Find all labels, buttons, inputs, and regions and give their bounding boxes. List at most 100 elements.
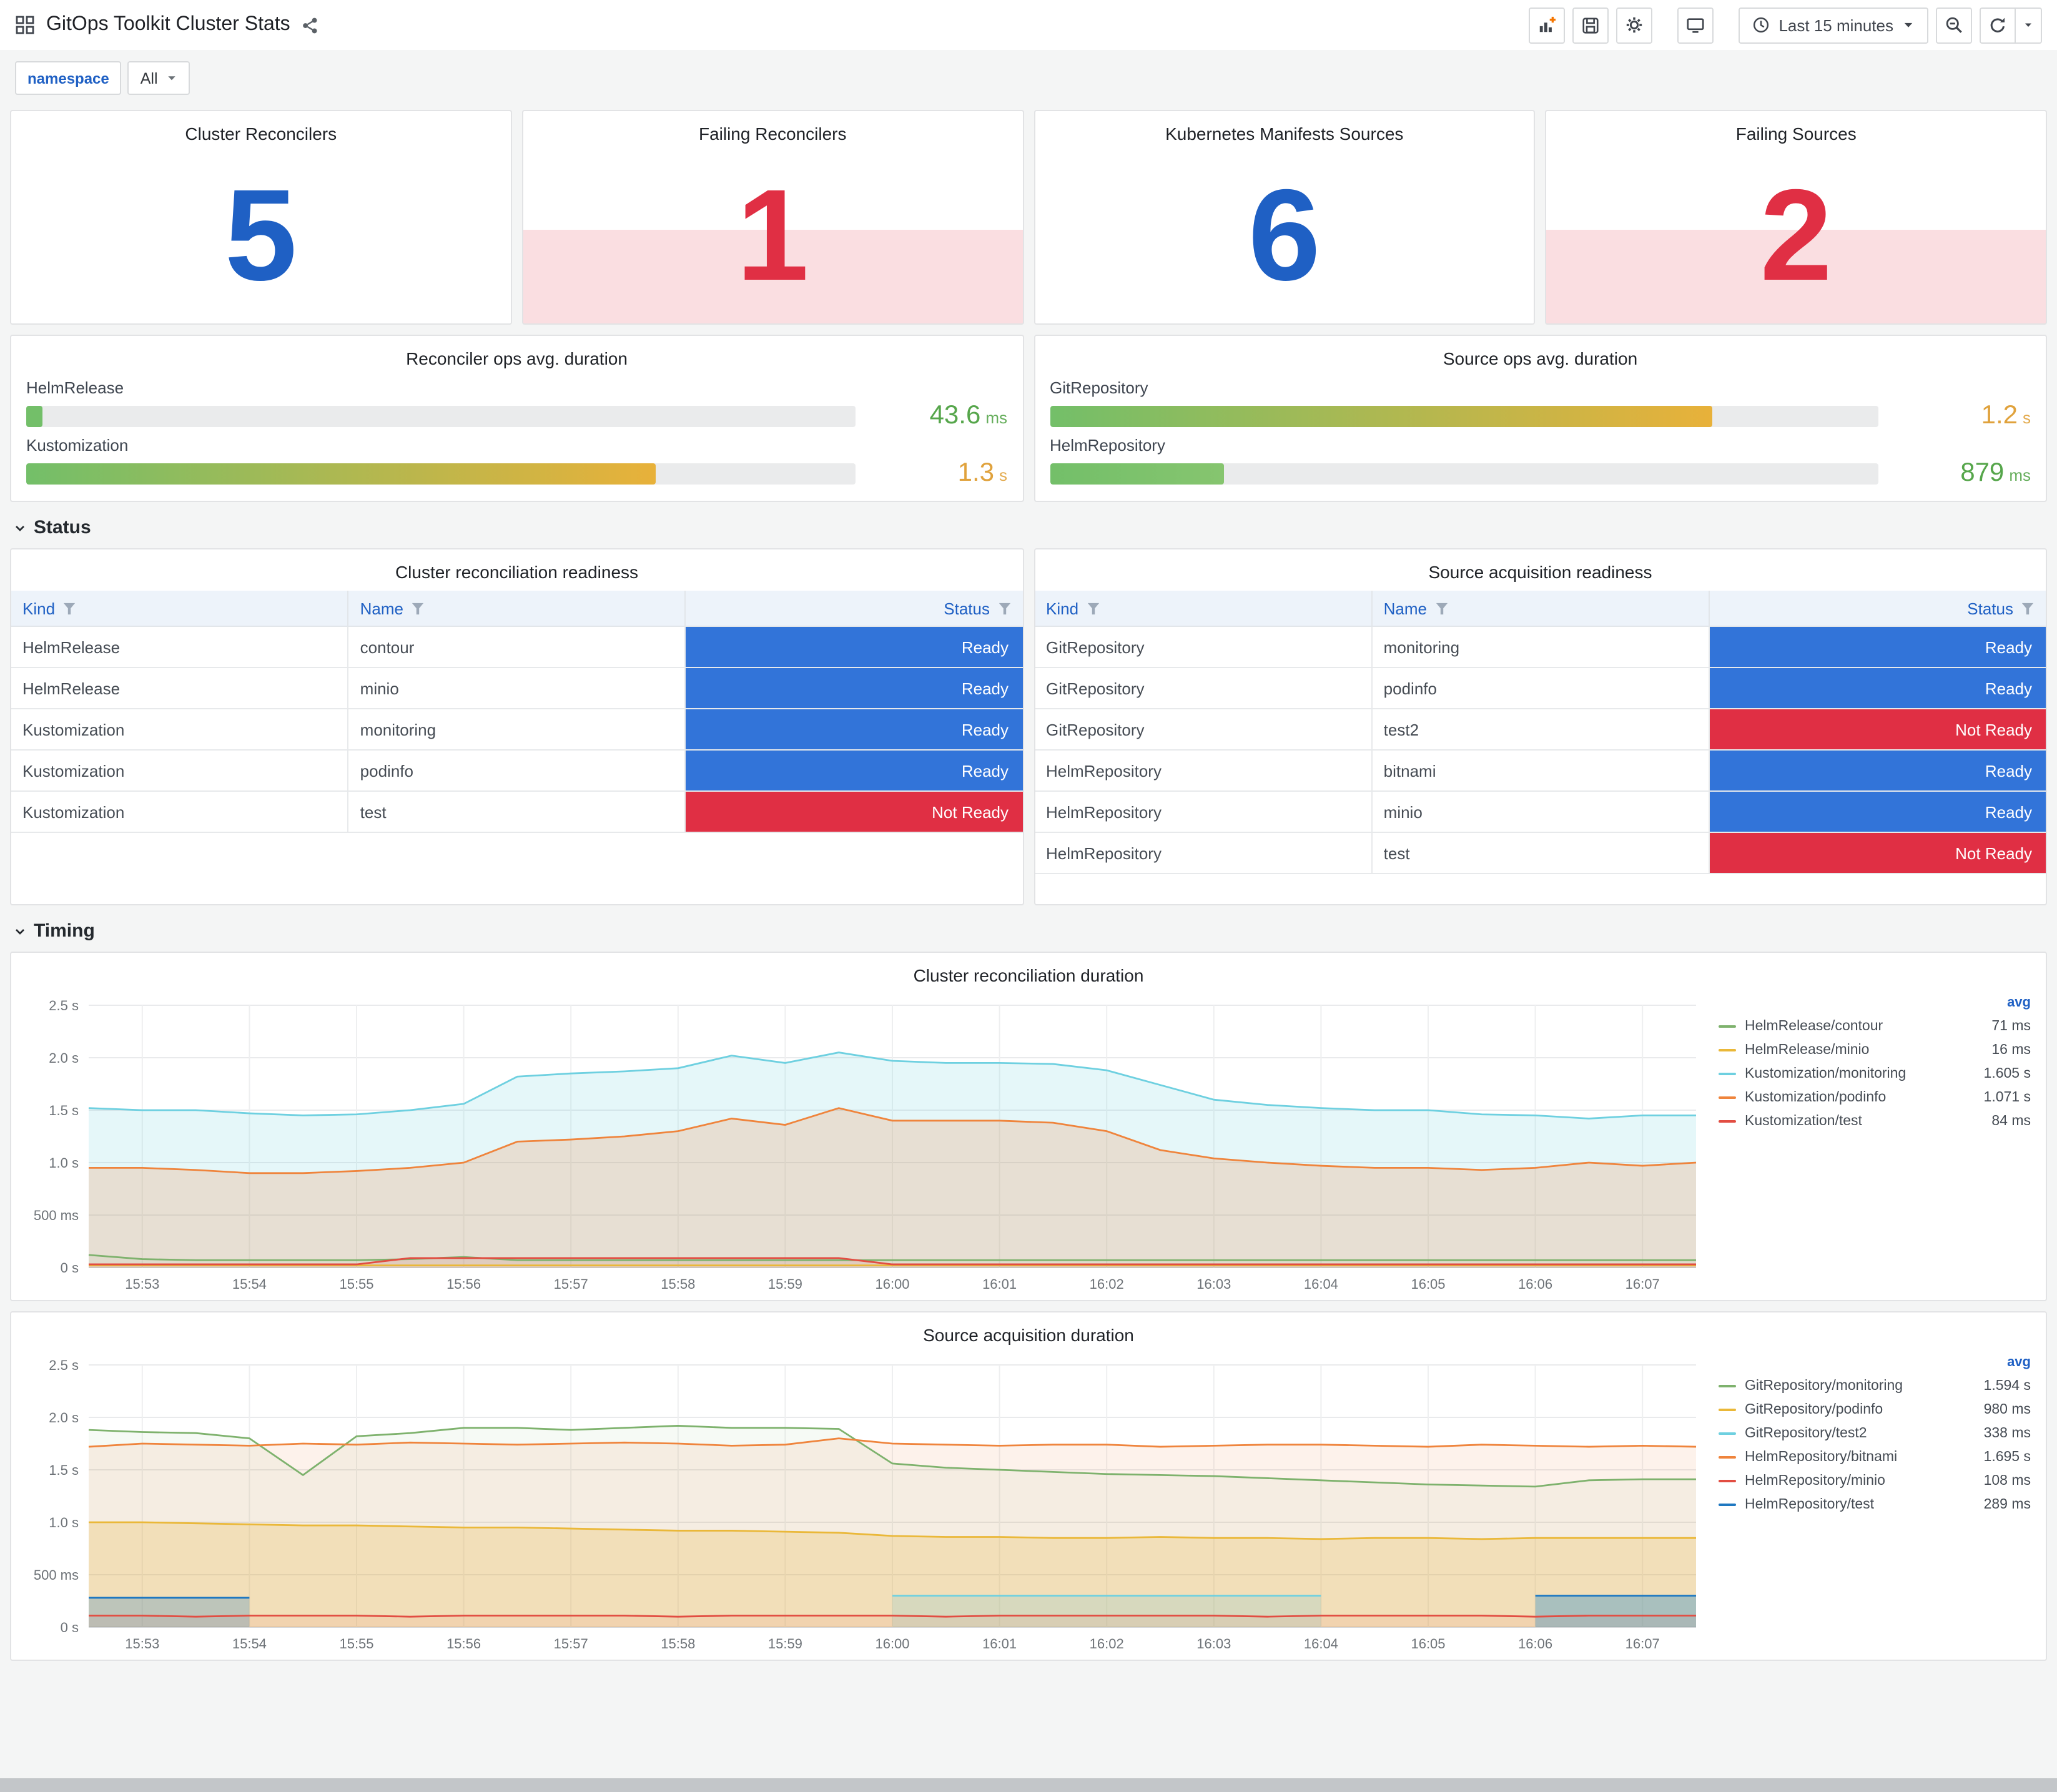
column-header-status[interactable]: Status — [1709, 591, 2046, 627]
svg-text:15:53: 15:53 — [125, 1276, 159, 1292]
svg-text:0 s: 0 s — [61, 1260, 79, 1276]
gauge-bar — [1050, 463, 1224, 484]
time-series-plot[interactable]: 0 s 500 ms 1.0 s 1.5 s 2.0 s 2.5 s 15:53 15:54 1… — [11, 1350, 1714, 1660]
series-avg-value: 289 ms — [1983, 1497, 2031, 1512]
panel-title[interactable]: Kubernetes Manifests Sources — [1035, 111, 1534, 149]
refresh-icon — [1990, 17, 2005, 32]
legend-item[interactable]: HelmRelease/contour 71 ms — [1719, 1014, 2031, 1038]
legend-avg-header: avg — [2007, 995, 2031, 1010]
svg-text:1.0 s: 1.0 s — [49, 1515, 79, 1530]
name-cell: podinfo — [348, 750, 686, 792]
row-status-toggle[interactable]: Status — [10, 517, 2047, 538]
stats-row: Cluster Reconcilers 5 Failing Reconciler… — [10, 110, 2047, 325]
series-name: Kustomization/monitoring — [1745, 1066, 1907, 1081]
refresh-interval-caret[interactable] — [2016, 7, 2042, 43]
refresh-button[interactable] — [1980, 7, 2016, 43]
name-cell: test — [1371, 832, 1710, 874]
panel-title[interactable]: Source acquisition duration — [11, 1312, 2046, 1350]
kind-cell: Kustomization — [11, 709, 349, 751]
panel-title[interactable]: Cluster Reconcilers — [11, 111, 511, 149]
status-cell: Ready — [1709, 750, 2046, 792]
section-title: Status — [34, 517, 91, 538]
series-name: Kustomization/podinfo — [1745, 1090, 1887, 1105]
column-header-name[interactable]: Name — [1371, 591, 1710, 627]
save-dashboard-button[interactable] — [1572, 7, 1609, 43]
legend-item[interactable]: HelmRepository/minio 108 ms — [1719, 1469, 2031, 1492]
name-cell: minio — [348, 667, 686, 709]
legend-item[interactable]: HelmRelease/minio 16 ms — [1719, 1038, 2031, 1061]
dashboard-settings-button[interactable] — [1616, 7, 1653, 43]
gauge-row: Kustomization 1.3 s — [26, 436, 1007, 488]
chevron-down-icon — [16, 525, 24, 531]
panel-title[interactable]: Source ops avg. duration — [1050, 336, 2031, 373]
variable-namespace-label[interactable]: namespace — [15, 61, 122, 95]
legend-item[interactable]: GitRepository/monitoring 1.594 s — [1719, 1374, 2031, 1397]
readiness-table: Kind Name Status GitRepository monitoring Re… — [1035, 591, 2046, 874]
cycle-view-mode-button[interactable] — [1677, 7, 1714, 43]
chevron-down-icon — [2025, 23, 2031, 27]
chart-canvas[interactable]: 0 s 500 ms 1.0 s 1.5 s 2.0 s 2.5 s 15:53 15:54 1… — [11, 990, 1714, 1300]
name-cell: test2 — [1371, 709, 1710, 751]
status-cell: Ready — [1709, 626, 2046, 668]
chevron-down-icon — [16, 928, 24, 934]
row-timing-toggle[interactable]: Timing — [10, 920, 2047, 942]
series-avg-value: 108 ms — [1983, 1473, 2031, 1488]
legend-item[interactable]: GitRepository/test2 338 ms — [1719, 1421, 2031, 1445]
gauge-bar — [26, 405, 43, 426]
time-series-plot[interactable]: 0 s 500 ms 1.0 s 1.5 s 2.0 s 2.5 s 15:53 15:54 1… — [11, 990, 1714, 1300]
panel-title[interactable]: Failing Reconcilers — [523, 111, 1023, 149]
dashboard-title[interactable]: GitOps Toolkit Cluster Stats — [46, 14, 290, 36]
panel-title[interactable]: Failing Sources — [1547, 111, 2046, 149]
legend-item[interactable]: Kustomization/monitoring 1.605 s — [1719, 1061, 2031, 1085]
panel-source-acquisition-duration: Source acquisition duration 0 s 500 ms 1.0… — [10, 1311, 2047, 1661]
filter-icon — [2021, 602, 2034, 614]
table-row: Kustomization test Not Ready — [11, 791, 1022, 833]
svg-text:15:55: 15:55 — [339, 1276, 373, 1292]
chart-canvas[interactable]: 0 s 500 ms 1.0 s 1.5 s 2.0 s 2.5 s 15:53 15:54 1… — [11, 1350, 1714, 1660]
panel-title[interactable]: Cluster reconciliation readiness — [11, 549, 1022, 587]
series-avg-value: 1.695 s — [1983, 1449, 2031, 1464]
svg-text:16:04: 16:04 — [1304, 1276, 1338, 1292]
series-name: HelmRelease/minio — [1745, 1042, 1870, 1057]
legend-avg-header: avg — [2007, 1355, 2031, 1370]
share-dashboard-icon[interactable] — [302, 16, 320, 34]
table-row: Kustomization podinfo Ready — [11, 750, 1022, 792]
panel-title[interactable]: Reconciler ops avg. duration — [26, 336, 1007, 373]
legend-item[interactable]: HelmRepository/test 289 ms — [1719, 1492, 2031, 1516]
add-panel-button[interactable] — [1529, 7, 1566, 43]
legend-item[interactable]: HelmRepository/bitnami 1.695 s — [1719, 1445, 2031, 1469]
column-header-name[interactable]: Name — [348, 591, 686, 627]
panel-title[interactable]: Cluster reconciliation duration — [11, 953, 2046, 990]
table-row: GitRepository monitoring Ready — [1035, 626, 2046, 668]
column-header-kind[interactable]: Kind — [11, 591, 349, 627]
kind-cell: Kustomization — [11, 750, 349, 792]
status-badge: Ready — [686, 709, 1022, 749]
column-header-status[interactable]: Status — [685, 591, 1022, 627]
svg-text:1.0 s: 1.0 s — [49, 1155, 79, 1171]
svg-text:16:07: 16:07 — [1625, 1276, 1660, 1292]
zoom-out-button[interactable] — [1936, 7, 1972, 43]
status-cell: Ready — [1709, 667, 2046, 709]
series-color-swatch — [1719, 1455, 1736, 1458]
panel-title[interactable]: Source acquisition readiness — [1035, 549, 2046, 587]
filter-icon — [1087, 602, 1099, 614]
svg-text:16:07: 16:07 — [1625, 1636, 1660, 1652]
legend-item[interactable]: Kustomization/podinfo 1.071 s — [1719, 1085, 2031, 1109]
time-range-picker[interactable]: Last 15 minutes — [1739, 7, 1928, 43]
filter-icon — [1435, 602, 1448, 614]
legend-item[interactable]: Kustomization/test 84 ms — [1719, 1109, 2031, 1133]
apps-grid-icon[interactable] — [15, 15, 35, 35]
variable-namespace-value-dropdown[interactable]: All — [127, 61, 190, 95]
legend-item[interactable]: GitRepository/podinfo 980 ms — [1719, 1397, 2031, 1421]
svg-text:0 s: 0 s — [61, 1620, 79, 1635]
kind-cell: HelmRepository — [1035, 832, 1373, 874]
filter-icon — [63, 602, 76, 614]
name-cell: minio — [1371, 791, 1710, 833]
name-cell: bitnami — [1371, 750, 1710, 792]
gauge-value: 1.2 s — [1981, 401, 2031, 430]
column-header-kind[interactable]: Kind — [1035, 591, 1373, 627]
table-row: HelmRelease contour Ready — [11, 626, 1022, 668]
stat-value: 1 — [736, 164, 809, 308]
name-cell: monitoring — [1371, 626, 1710, 668]
gauge-label: GitRepository — [1050, 378, 1148, 397]
